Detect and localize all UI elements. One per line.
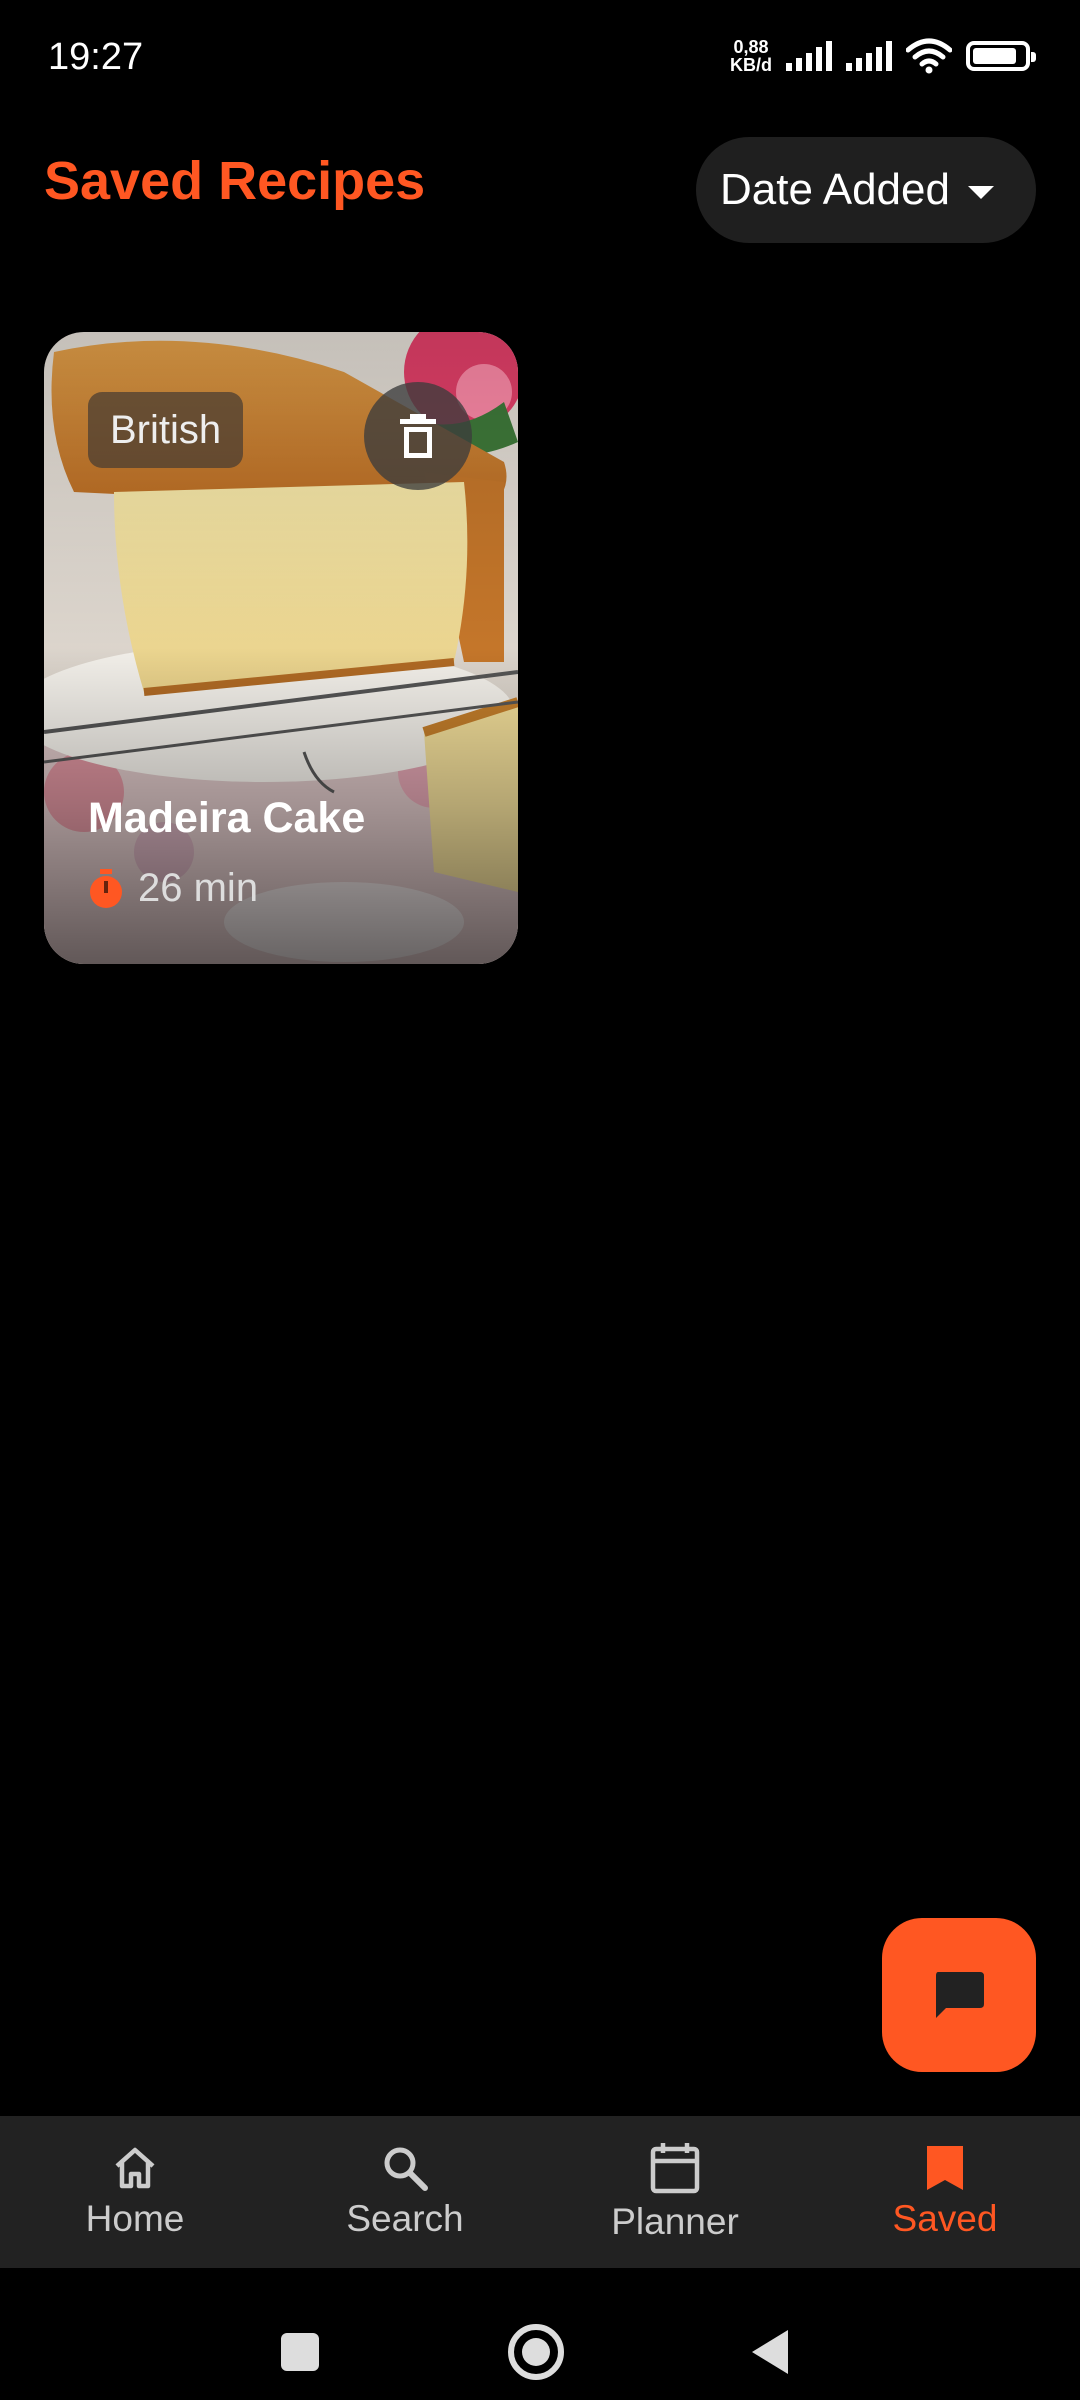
status-time: 19:27 (48, 36, 144, 78)
home-button[interactable] (508, 2324, 564, 2380)
nav-label-planner: Planner (611, 2201, 739, 2242)
nav-label-home: Home (85, 2198, 185, 2239)
wifi-icon (906, 38, 952, 74)
network-speed: 0,88 KB/d (730, 38, 772, 74)
nav-item-search[interactable]: Search (270, 2116, 540, 2268)
battery-fill (973, 48, 1016, 64)
nav-label-search: Search (346, 2198, 464, 2239)
signal-icon-2 (846, 41, 892, 71)
sort-dropdown-label: Date Added (720, 165, 950, 214)
nav-item-planner[interactable]: Planner (540, 2116, 810, 2268)
nav-label-saved: Saved (892, 2198, 998, 2239)
trash-icon (400, 414, 436, 458)
caret-down-icon (967, 185, 994, 199)
network-speed-unit: KB/d (730, 55, 772, 75)
recipe-time-label: 26 min (138, 866, 259, 910)
sort-dropdown[interactable]: Date Added (696, 137, 1036, 243)
network-speed-value: 0,88 (733, 37, 769, 57)
home-icon (115, 2147, 155, 2189)
recipe-time: 26 min (88, 866, 258, 911)
timer-icon (90, 868, 122, 908)
delete-button[interactable] (364, 382, 472, 490)
bookmark-icon (927, 2146, 963, 2190)
bottom-nav: Home Search Planner Saved (0, 2116, 1080, 2268)
recents-button[interactable] (281, 2333, 319, 2371)
chat-fab-button[interactable] (882, 1918, 1036, 2072)
signal-icon (786, 41, 832, 71)
battery-icon (966, 41, 1036, 71)
back-button[interactable] (752, 2330, 788, 2374)
status-bar: 19:27 0,88 KB/d (0, 0, 1080, 120)
recipe-card[interactable]: British Madeira Cake 26 min (44, 332, 518, 964)
nav-item-home[interactable]: Home (0, 2116, 270, 2268)
chat-icon (936, 1972, 984, 2018)
search-icon (384, 2147, 428, 2191)
page-title: Saved Recipes (44, 151, 426, 211)
nav-item-saved[interactable]: Saved (810, 2116, 1080, 2268)
status-icons: 0,88 KB/d (730, 38, 1036, 74)
cuisine-badge: British (88, 392, 244, 468)
calendar-icon (650, 2143, 700, 2194)
system-nav-bar (0, 2268, 1080, 2400)
recipe-title: Madeira Cake (88, 794, 366, 842)
